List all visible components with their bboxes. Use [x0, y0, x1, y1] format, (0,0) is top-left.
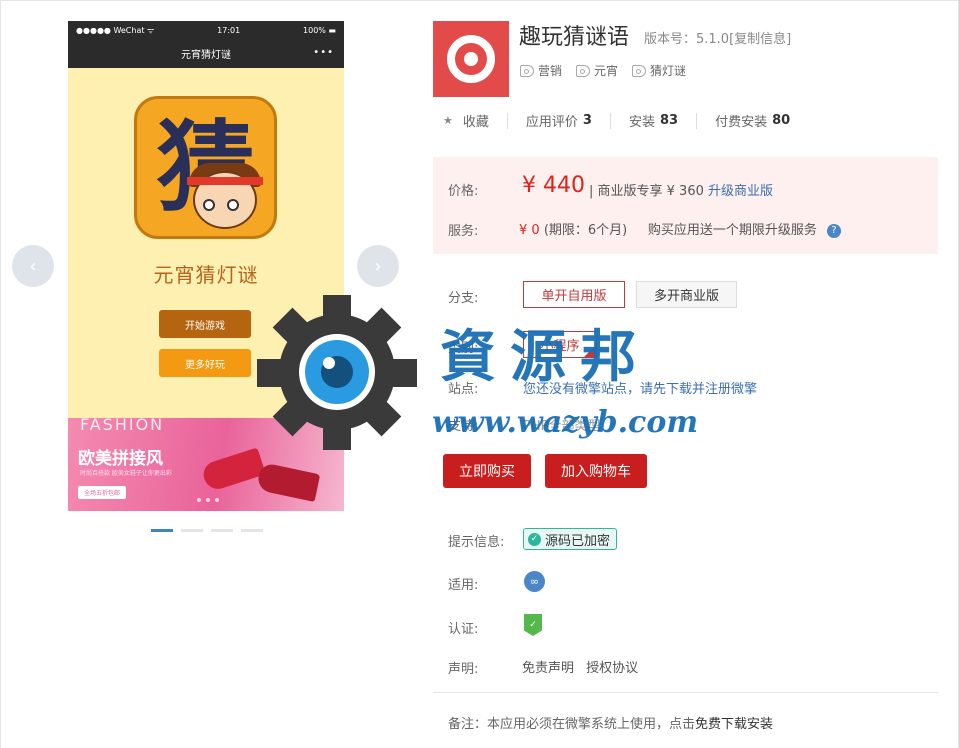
cert-label: 认证:: [448, 622, 479, 637]
game-icon: 猜: [134, 96, 277, 239]
service-price: ¥ 0: [519, 223, 540, 238]
tag-item[interactable]: 猜灯谜: [632, 62, 686, 79]
phone-status-bar: ●●●●● WeChat ᯤ 17:01 100% ▬: [68, 21, 344, 39]
tag-item[interactable]: 营销: [520, 62, 562, 79]
note-text: 备注：本应用必须在微擎系统上使用，点击: [448, 717, 696, 732]
install-value: 83: [659, 113, 679, 128]
banner-dots: [197, 498, 219, 502]
carousel-indicator[interactable]: [181, 529, 203, 532]
more-games-button: 更多好玩: [159, 349, 251, 377]
chevron-left-icon: ‹: [29, 255, 37, 277]
business-price-text: | 商业版专享 ¥ 360: [589, 184, 704, 199]
service-label: 服务:: [448, 224, 479, 239]
encrypted-badge-text: 源码已加密: [545, 533, 611, 549]
banner-fashion-text: FASHION: [80, 418, 165, 434]
app-stats: ★ 收藏 应用评价 3 安装 83 付费安装 80: [443, 111, 790, 130]
status-carrier: ●●●●● WeChat ᯤ: [76, 25, 155, 35]
carousel-indicators: [151, 529, 263, 532]
upgrade-link[interactable]: 升级商业版: [708, 184, 773, 199]
service-info: ¥ 0 (期限：6个月) 购买应用送一个期限升级服务 ?: [519, 219, 842, 238]
carousel-indicator[interactable]: [151, 529, 173, 532]
check-icon: ✓: [528, 532, 541, 546]
tag-list: 营销 元宵 猜灯谜: [520, 62, 686, 79]
carousel-indicator[interactable]: [241, 529, 263, 532]
branch-label: 分支:: [448, 291, 479, 306]
disclaimer-link[interactable]: 免责声明: [522, 661, 574, 676]
phone-nav-title: 元宵猜灯谜: [181, 50, 231, 61]
banner-title: 欧美拼接风: [78, 449, 163, 469]
tag-icon: [576, 64, 591, 77]
declaration-links: 免责声明 授权协议: [522, 657, 646, 676]
watermark-gear-icon: [257, 295, 417, 450]
business-price: | 商业版专享 ¥ 360 升级商业版: [589, 180, 773, 199]
divider: [433, 692, 938, 693]
watermark-text: 資源邦: [440, 324, 650, 390]
paid-install-value: 80: [772, 113, 791, 128]
price-label: 价格:: [448, 184, 479, 199]
app-version[interactable]: 版本号：5.1.0[复制信息]: [644, 28, 791, 47]
banner-subtitle: 时尚百搭款 欧美女鞋子让你更出彩: [80, 470, 172, 477]
buy-now-button[interactable]: 立即购买: [443, 454, 531, 488]
start-game-button: 开始游戏: [159, 310, 251, 338]
free-download-link[interactable]: 免费下载安装: [695, 717, 773, 732]
carousel-next-button[interactable]: ›: [357, 245, 399, 287]
tag-icon: [632, 64, 647, 77]
app-title: 趣玩猜谜语: [519, 25, 630, 50]
tag-label: 营销: [538, 64, 563, 78]
watermark-url: www.wazyb.com: [432, 405, 699, 440]
note: 备注：本应用必须在微擎系统上使用，点击免费下载安装: [448, 713, 773, 732]
service-term: (期限：6个月): [543, 223, 628, 238]
install-label: 安装: [628, 115, 655, 130]
hint-label: 提示信息:: [448, 535, 505, 550]
tag-item[interactable]: 元宵: [576, 62, 618, 79]
status-time: 17:01: [217, 25, 241, 35]
encrypted-badge: ✓ 源码已加密: [523, 528, 618, 550]
add-to-cart-button[interactable]: 加入购物车: [545, 454, 647, 488]
status-battery: 100% ▬: [303, 25, 336, 35]
shoe-image: [200, 447, 266, 493]
shoe-image: [255, 462, 321, 502]
phone-nav-bar: 元宵猜灯谜 •••: [68, 39, 344, 68]
apply-label: 适用:: [448, 578, 479, 593]
price-panel: [433, 157, 938, 254]
banner-pill: 全场五折包邮: [78, 486, 127, 499]
branch-option-single[interactable]: 单开自用版: [523, 281, 625, 308]
branch-option-multi[interactable]: 多开商业版: [636, 281, 737, 308]
target-icon: [447, 35, 495, 83]
tag-icon: [520, 64, 534, 77]
cartoon-eye: [203, 199, 215, 211]
carousel-prev-button[interactable]: ‹: [12, 245, 54, 287]
game-title: 元宵猜灯谜: [153, 263, 259, 287]
decl-label: 声明:: [448, 662, 479, 677]
divider: [506, 112, 508, 129]
star-icon[interactable]: ★: [443, 114, 453, 127]
rating-value: 3: [582, 113, 592, 128]
miniprogram-icon: ∞: [524, 571, 545, 592]
favorite-button[interactable]: 收藏: [463, 111, 489, 130]
tag-label: 元宵: [594, 64, 619, 78]
more-icon: •••: [313, 47, 334, 58]
cartoon-eye: [227, 199, 239, 211]
divider: [609, 112, 611, 129]
license-link[interactable]: 授权协议: [586, 661, 638, 676]
chevron-right-icon: ›: [374, 255, 382, 277]
help-icon[interactable]: ?: [827, 223, 842, 238]
divider: [696, 112, 698, 129]
price-value: ¥ 440: [522, 173, 585, 198]
cartoon-headband: [187, 177, 263, 185]
app-logo: [433, 21, 509, 97]
paid-install-label: 付费安装: [715, 115, 768, 130]
service-desc: 购买应用送一个期限升级服务: [647, 223, 817, 238]
rating-label[interactable]: 应用评价: [526, 111, 578, 130]
tag-label: 猜灯谜: [650, 64, 687, 78]
carousel-indicator[interactable]: [211, 529, 233, 532]
